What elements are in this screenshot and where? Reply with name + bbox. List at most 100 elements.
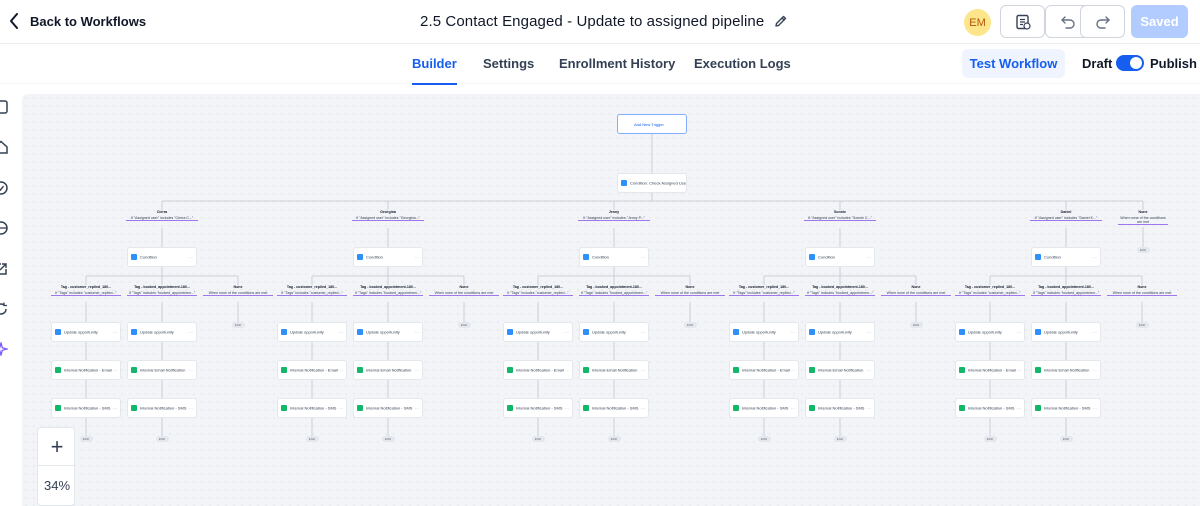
sub-branch-1[interactable]: Tag - customer_replied_180... If "Tags" i… [729,285,799,296]
tab-settings[interactable]: Settings [483,56,534,71]
branch-sonnie-rule: If "Assigned user" includes "Sonnie C...… [808,216,872,220]
sub-condition-node[interactable]: Condition ··· [1031,247,1101,267]
action-node-3-icon [959,405,965,411]
action-node-3[interactable]: Internal Notification - SMS ··· [277,398,347,418]
more-options-icon: ··· [641,367,645,373]
avatar[interactable]: EM [964,9,991,36]
end-marker: END [909,322,923,328]
more-options-icon: ··· [339,405,343,411]
action-node-2-label: Internal Notification - Email [968,367,1016,373]
action-node-3[interactable]: Internal Notification - SMS ··· [353,398,423,418]
action-node-1[interactable]: Update opportunity ··· [955,322,1025,342]
action-node-1[interactable]: Update opportunity ··· [579,322,649,342]
saved-button[interactable]: Saved [1131,5,1188,38]
action-node-2[interactable]: Internal Notification - Email ··· [51,360,121,380]
sub-branch-1[interactable]: Tag - customer_replied_180... If "Tags" i… [51,285,121,296]
branch-daniel[interactable]: Daniel If "Assigned user" includes "Danie… [1030,210,1102,221]
branch-cierra[interactable]: Cierra If "Assigned user" includes "Cierr… [126,210,198,221]
action-node-3-label: Internal Notification - SMS [818,405,865,411]
action-node-1[interactable]: Update opportunity ··· [51,322,121,342]
sub-branch-2[interactable]: Tag - booked_appointment-180... If "Tags"… [127,285,197,296]
action-node-3[interactable]: Internal Notification - SMS ··· [503,398,573,418]
action-node-2-label: Internal Notification - Email [290,367,338,373]
add-new-trigger-node[interactable]: Add New Trigger [617,114,687,134]
action-node-2[interactable]: Internal Notification - Email ··· [729,360,799,380]
sub-condition-node[interactable]: Condition ··· [127,247,197,267]
sparkle-icon[interactable] [0,342,8,356]
sub-condition-node[interactable]: Condition ··· [579,247,649,267]
home-icon[interactable] [0,140,8,154]
action-node-1[interactable]: Update opportunity ··· [277,322,347,342]
notes-button[interactable] [1000,5,1045,38]
action-node-1[interactable]: Update opportunity ··· [805,322,875,342]
tab-builder[interactable]: Builder [412,56,457,85]
sub-branch-1-name: Tag - customer_replied_180... [286,285,338,289]
refresh-icon[interactable] [0,302,8,316]
action-node-3[interactable]: Internal Notification - SMS ··· [955,398,1025,418]
action-node-2[interactable]: Internal Email Notification ··· [127,360,197,380]
tab-enrollment-history[interactable]: Enrollment History [559,56,675,71]
square-icon[interactable] [0,100,8,114]
sub-branch-3[interactable]: None When none of the conditions are met [1107,285,1177,296]
sub-branch-2[interactable]: Tag - booked_appointment-180... If "Tags"… [1031,285,1101,296]
branch-jenny[interactable]: Jenny If "Assigned user" includes "Jenny … [578,210,650,221]
draft-label: Draft [1082,56,1113,71]
action-node-2-icon [959,367,965,373]
check-circle-icon[interactable] [0,181,8,195]
sub-condition-node-label: Condition [140,254,157,260]
action-node-2[interactable]: Internal Email Notification ··· [579,360,649,380]
action-node-2[interactable]: Internal Email Notification ··· [353,360,423,380]
action-node-3[interactable]: Internal Notification - SMS ··· [805,398,875,418]
action-node-3[interactable]: Internal Notification - SMS ··· [729,398,799,418]
action-node-1[interactable]: Update opportunity ··· [729,322,799,342]
action-node-1[interactable]: Update opportunity ··· [127,322,197,342]
branch-georgina[interactable]: Georgina If "Assigned user" includes "Geo… [352,210,424,221]
test-workflow-button[interactable]: Test Workflow [962,49,1065,78]
sub-branch-3[interactable]: None When none of the conditions are met [203,285,273,296]
pencil-icon[interactable] [774,14,788,28]
action-node-2[interactable]: Internal Notification - Email ··· [503,360,573,380]
action-node-3[interactable]: Internal Notification - SMS ··· [127,398,197,418]
external-link-icon[interactable] [0,262,8,276]
action-node-2[interactable]: Internal Email Notification ··· [1031,360,1101,380]
action-node-2[interactable]: Internal Notification - Email ··· [955,360,1025,380]
end-marker: END [155,436,169,442]
sub-condition-node[interactable]: Condition ··· [353,247,423,267]
tab-execution-logs[interactable]: Execution Logs [694,56,791,71]
action-node-1[interactable]: Update opportunity ··· [503,322,573,342]
sub-branch-2[interactable]: Tag - booked_appointment-180... If "Tags"… [353,285,423,296]
action-node-2-label: Internal Notification - Email [64,367,112,373]
sub-condition-node[interactable]: Condition ··· [805,247,875,267]
sub-condition-node-label: Condition [366,254,383,260]
back-to-workflows-link[interactable]: Back to Workflows [8,10,146,32]
action-node-2-icon [583,367,589,373]
sub-branch-2[interactable]: Tag - booked_appointment-180... If "Tags"… [579,285,649,296]
branch-sonnie[interactable]: Sonnie If "Assigned user" includes "Sonni… [804,210,876,221]
globe-icon[interactable] [0,221,8,235]
publish-toggle[interactable] [1116,55,1144,71]
root-condition-node[interactable]: Condition: Check Assigned User ··· [617,173,687,193]
sub-branch-3-rule: When none of the conditions are met [208,291,268,295]
sub-branch-3[interactable]: None When none of the conditions are met [655,285,725,296]
action-node-2[interactable]: Internal Notification - Email ··· [277,360,347,380]
redo-button[interactable] [1080,5,1125,38]
sub-branch-2[interactable]: Tag - booked_appointment-180... If "Tags"… [805,285,875,296]
end-marker: END [79,436,93,442]
sub-branch-3[interactable]: None When none of the conditions are met [429,285,499,296]
zoom-in-button[interactable]: + [38,428,76,466]
sub-branch-1[interactable]: Tag - customer_replied_180... If "Tags" i… [503,285,573,296]
sub-branch-1[interactable]: Tag - customer_replied_180... If "Tags" i… [955,285,1025,296]
sub-branch-3[interactable]: None When none of the conditions are met [881,285,951,296]
more-options-icon: ··· [1017,367,1021,373]
action-node-2-icon [131,367,137,373]
action-node-3-icon [809,405,815,411]
action-node-3[interactable]: Internal Notification - SMS ··· [51,398,121,418]
action-node-1[interactable]: Update opportunity ··· [1031,322,1101,342]
action-node-1[interactable]: Update opportunity ··· [353,322,423,342]
sub-branch-1[interactable]: Tag - customer_replied_180... If "Tags" i… [277,285,347,296]
action-node-3[interactable]: Internal Notification - SMS ··· [579,398,649,418]
action-node-3[interactable]: Internal Notification - SMS ··· [1031,398,1101,418]
workflow-canvas[interactable]: Add New Trigger Condition: Check Assigned… [22,94,1200,506]
branch-none[interactable]: None When none of the conditions are met [1118,210,1168,225]
action-node-2[interactable]: Internal Email Notification ··· [805,360,875,380]
